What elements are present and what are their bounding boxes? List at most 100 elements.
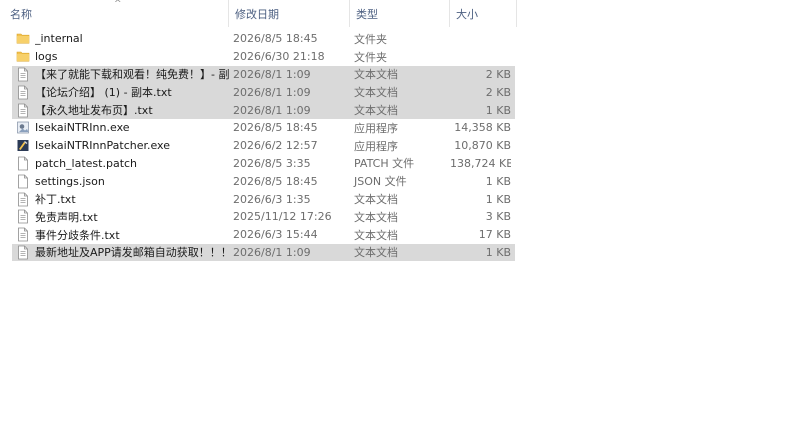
file-name-cell: 补丁.txt bbox=[12, 191, 229, 207]
file-date: 2026/6/2 12:57 bbox=[233, 139, 318, 153]
file-size: 138,724 KB bbox=[450, 156, 511, 170]
column-header-size[interactable]: 大小 bbox=[450, 0, 517, 27]
file-row[interactable]: IsekaiNTRInnPatcher.exe 2026/6/2 12:57 应用程… bbox=[12, 137, 515, 155]
file-name-cell: _internal bbox=[12, 31, 229, 46]
sort-ascending-icon: ^ bbox=[114, 0, 122, 9]
file-name-cell: 最新地址及APP请发邮箱自动获取！！！... bbox=[12, 244, 229, 260]
text-file-icon bbox=[16, 209, 30, 224]
text-file-icon bbox=[16, 67, 30, 82]
file-row[interactable]: IsekaiNTRInn.exe 2026/8/5 18:45 应用程序 14,358… bbox=[12, 119, 515, 137]
file-name: _internal bbox=[35, 32, 83, 46]
file-row[interactable]: 免责声明.txt 2025/11/12 17:26 文本文档 3 KB bbox=[12, 208, 515, 226]
file-icon bbox=[16, 156, 30, 171]
file-row[interactable]: 最新地址及APP请发邮箱自动获取！！！... 2026/8/1 1:09 文本文档 1… bbox=[12, 243, 515, 262]
text-file-icon bbox=[16, 103, 30, 118]
file-type: 应用程序 bbox=[354, 121, 398, 135]
file-name: IsekaiNTRInn.exe bbox=[35, 121, 130, 135]
file-row[interactable]: _internal 2026/8/5 18:45 文件夹 bbox=[12, 30, 515, 48]
file-name-cell: settings.json bbox=[12, 174, 229, 189]
file-type: 文本文档 bbox=[354, 104, 398, 118]
file-row[interactable]: 【永久地址发布页】.txt 2026/8/1 1:09 文本文档 1 KB bbox=[12, 101, 515, 119]
column-header-date-label: 修改日期 bbox=[235, 7, 279, 21]
file-type: JSON 文件 bbox=[354, 175, 407, 189]
file-date: 2026/6/3 1:35 bbox=[233, 192, 311, 206]
file-name: 【论坛介绍】 (1) - 副本.txt bbox=[35, 86, 172, 100]
file-size: 17 KB bbox=[478, 228, 511, 242]
file-date: 2026/6/3 15:44 bbox=[233, 228, 318, 242]
file-type: 文件夹 bbox=[354, 32, 387, 46]
file-name-cell: 【来了就能下载和观看！纯免费！】- 副... bbox=[12, 66, 229, 82]
file-size: 1 KB bbox=[485, 103, 511, 117]
file-name: 免责声明.txt bbox=[35, 210, 98, 224]
file-name-cell: IsekaiNTRInn.exe bbox=[12, 120, 229, 135]
file-name: IsekaiNTRInnPatcher.exe bbox=[35, 139, 170, 153]
file-date: 2026/8/1 1:09 bbox=[233, 245, 311, 259]
file-name: patch_latest.patch bbox=[35, 156, 138, 170]
file-name-cell: 免责声明.txt bbox=[12, 209, 229, 225]
file-name: logs bbox=[35, 50, 58, 64]
file-row[interactable]: 【来了就能下载和观看！纯免费！】- 副... 2026/8/1 1:09 文本文档 2… bbox=[12, 65, 515, 84]
file-type: PATCH 文件 bbox=[354, 157, 415, 171]
file-type: 文本文档 bbox=[354, 68, 398, 82]
column-header-date[interactable]: 修改日期 bbox=[229, 0, 350, 27]
file-name-cell: IsekaiNTRInnPatcher.exe bbox=[12, 138, 229, 153]
file-date: 2026/8/5 3:35 bbox=[233, 156, 311, 170]
file-type: 应用程序 bbox=[354, 139, 398, 153]
file-row[interactable]: patch_latest.patch 2026/8/5 3:35 PATCH 文件 1… bbox=[12, 155, 515, 173]
text-file-icon bbox=[16, 227, 30, 242]
file-type: 文本文档 bbox=[354, 246, 398, 260]
file-row[interactable]: settings.json 2026/8/5 18:45 JSON 文件 1 KB bbox=[12, 172, 515, 190]
folder-icon bbox=[16, 49, 30, 64]
file-row[interactable]: 补丁.txt 2026/6/3 1:35 文本文档 1 KB bbox=[12, 190, 515, 208]
file-icon bbox=[16, 174, 30, 189]
file-name-cell: 事件分歧条件.txt bbox=[12, 227, 229, 243]
file-size: 1 KB bbox=[485, 245, 511, 259]
file-row[interactable]: 【论坛介绍】 (1) - 副本.txt 2026/8/1 1:09 文本文档 2 KB bbox=[12, 83, 515, 102]
file-name: 补丁.txt bbox=[35, 193, 76, 207]
file-size: 2 KB bbox=[485, 85, 511, 99]
patcher-icon bbox=[16, 138, 30, 153]
file-name: 事件分歧条件.txt bbox=[35, 228, 120, 242]
file-size: 3 KB bbox=[485, 210, 511, 224]
file-date: 2026/6/30 21:18 bbox=[233, 50, 325, 64]
file-list: _internal 2026/8/5 18:45 文件夹 logs 2026/6/30 … bbox=[12, 30, 515, 262]
file-name-cell: 【论坛介绍】 (1) - 副本.txt bbox=[12, 84, 229, 100]
file-type: 文本文档 bbox=[354, 210, 398, 224]
file-name-cell: 【永久地址发布页】.txt bbox=[12, 102, 229, 118]
text-file-icon bbox=[16, 245, 30, 260]
file-name-cell: patch_latest.patch bbox=[12, 156, 229, 171]
file-row[interactable]: 事件分歧条件.txt 2026/6/3 15:44 文本文档 17 KB bbox=[12, 226, 515, 244]
file-date: 2026/8/5 18:45 bbox=[233, 121, 318, 135]
file-size: 14,358 KB bbox=[454, 121, 511, 135]
file-size: 2 KB bbox=[485, 67, 511, 81]
file-size: 1 KB bbox=[485, 192, 511, 206]
text-file-icon bbox=[16, 85, 30, 100]
file-date: 2026/8/5 18:45 bbox=[233, 174, 318, 188]
column-header-type[interactable]: 类型 bbox=[350, 0, 450, 27]
file-date: 2026/8/5 18:45 bbox=[233, 32, 318, 46]
file-size: 1 KB bbox=[485, 174, 511, 188]
file-size: 10,870 KB bbox=[454, 139, 511, 153]
text-file-icon bbox=[16, 192, 30, 207]
file-row[interactable]: logs 2026/6/30 21:18 文件夹 bbox=[12, 48, 515, 66]
file-name: 【来了就能下载和观看！纯免费！】- 副... bbox=[35, 68, 229, 82]
file-date: 2026/8/1 1:09 bbox=[233, 103, 311, 117]
file-type: 文件夹 bbox=[354, 50, 387, 64]
file-name: 最新地址及APP请发邮箱自动获取！！！... bbox=[35, 246, 229, 260]
column-header-name[interactable]: ^ 名称 bbox=[0, 0, 229, 27]
folder-icon bbox=[16, 31, 30, 46]
file-type: 文本文档 bbox=[354, 86, 398, 100]
file-name-cell: logs bbox=[12, 49, 229, 64]
file-type: 文本文档 bbox=[354, 228, 398, 242]
file-name: 【永久地址发布页】.txt bbox=[35, 104, 153, 118]
file-date: 2026/8/1 1:09 bbox=[233, 85, 311, 99]
file-date: 2026/8/1 1:09 bbox=[233, 67, 311, 81]
column-header-size-label: 大小 bbox=[456, 7, 478, 21]
column-header-type-label: 类型 bbox=[356, 7, 378, 21]
column-header-name-label: 名称 bbox=[10, 7, 32, 21]
column-header-bar: ^ 名称 修改日期 类型 大小 bbox=[0, 0, 517, 27]
app-icon bbox=[16, 120, 30, 135]
file-date: 2025/11/12 17:26 bbox=[233, 210, 332, 224]
file-type: 文本文档 bbox=[354, 193, 398, 207]
file-name: settings.json bbox=[35, 174, 105, 188]
